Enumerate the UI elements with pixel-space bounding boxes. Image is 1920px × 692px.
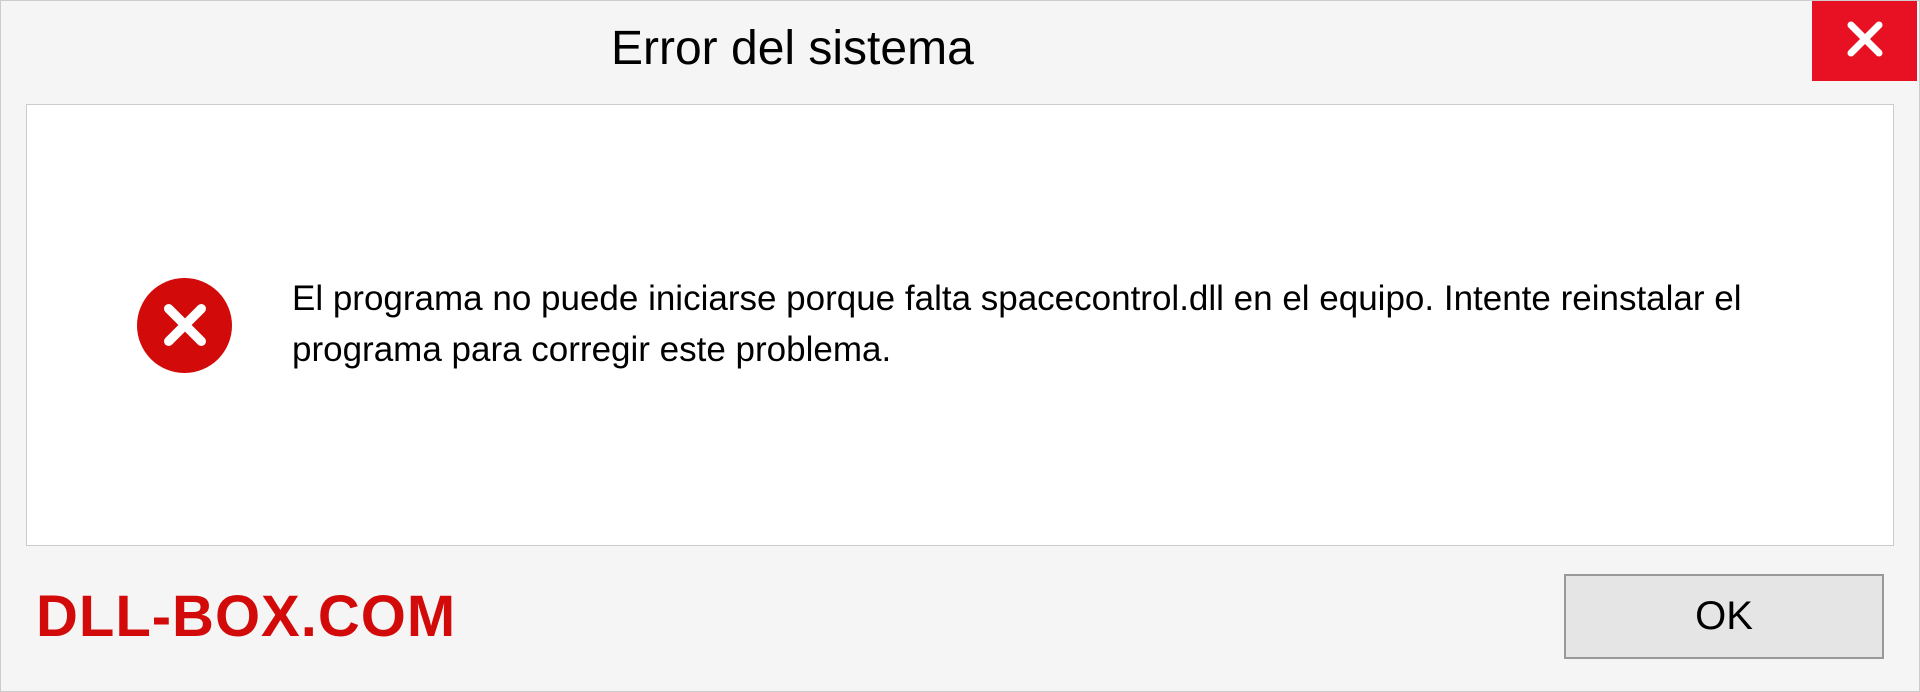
error-dialog: Error del sistema El programa no puede i… bbox=[0, 0, 1920, 692]
titlebar: Error del sistema bbox=[1, 1, 1919, 96]
footer: DLL-BOX.COM OK bbox=[1, 546, 1919, 691]
dialog-title: Error del sistema bbox=[1, 21, 974, 76]
error-icon bbox=[137, 278, 232, 373]
watermark-text: DLL-BOX.COM bbox=[36, 583, 456, 650]
content-area: El programa no puede iniciarse porque fa… bbox=[26, 104, 1894, 546]
ok-button[interactable]: OK bbox=[1564, 574, 1884, 659]
close-button[interactable] bbox=[1812, 1, 1917, 81]
close-icon bbox=[1841, 15, 1889, 68]
error-message: El programa no puede iniciarse porque fa… bbox=[292, 274, 1833, 376]
